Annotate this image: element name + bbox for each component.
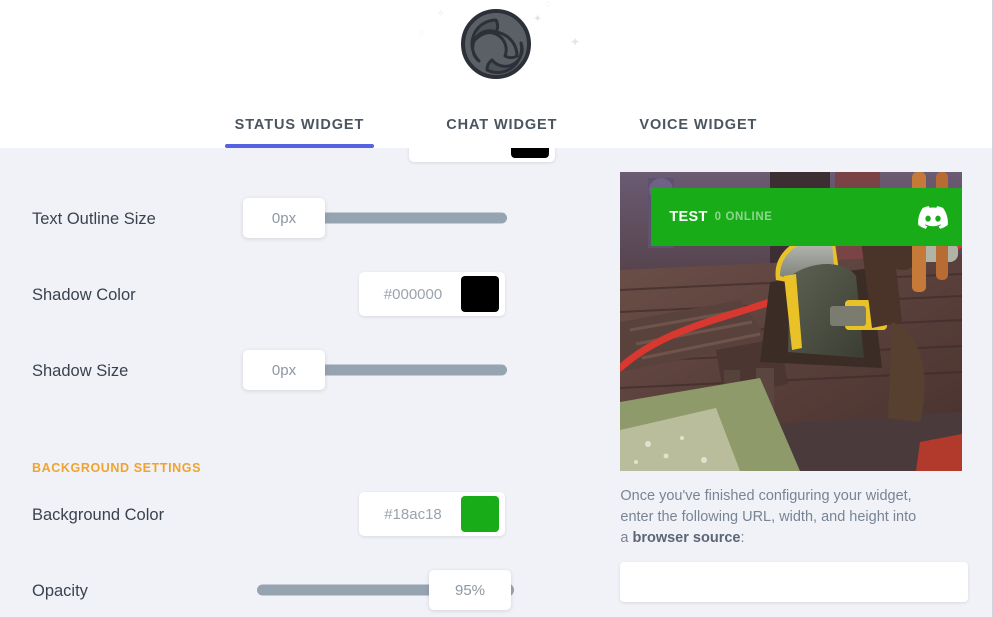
- background-color-field[interactable]: #18ac18: [359, 492, 505, 536]
- row-control: 95%: [257, 568, 609, 614]
- text-outline-size-slider[interactable]: 0px: [243, 196, 531, 240]
- status-widget-overlay: TEST 0 ONLINE: [651, 188, 963, 246]
- slider-track[interactable]: [319, 212, 507, 224]
- color-swatch[interactable]: [461, 496, 499, 532]
- slider-value: 0px: [271, 361, 297, 379]
- tab-status-widget[interactable]: STATUS WIDGET: [224, 107, 375, 148]
- tab-chat-widget[interactable]: CHAT WIDGET: [436, 107, 567, 148]
- color-swatch[interactable]: [511, 148, 549, 158]
- form-row-text-outline-size: Text Outline Size 0px: [0, 196, 609, 242]
- row-label: Background Color: [32, 505, 165, 524]
- widget-online-count: 0 ONLINE: [714, 211, 773, 223]
- shadow-color-field[interactable]: #000000: [359, 272, 505, 316]
- page-body: Text Outline Size 0px Shadow Color #0000…: [0, 148, 992, 617]
- tab-label: CHAT WIDGET: [446, 117, 558, 133]
- form-row-opacity: Opacity 95%: [0, 568, 609, 614]
- row-label: Shadow Color: [32, 285, 136, 304]
- tab-label: STATUS WIDGET: [234, 117, 365, 133]
- logo-container: [0, 6, 992, 82]
- row-control: 0px: [243, 196, 609, 242]
- slider-value: 95%: [454, 581, 486, 599]
- page-header: ◌ ✧ ✦ ✦ ✦ ◌ STATUS WIDGET CHAT WIDGET: [0, 0, 992, 148]
- slider-track[interactable]: [319, 364, 507, 376]
- row-label: Shadow Size: [32, 361, 129, 380]
- form-row-shadow-size: Shadow Size 0px: [0, 348, 609, 394]
- widget-configurator-page: ◌ ✧ ✦ ✦ ✦ ◌ STATUS WIDGET CHAT WIDGET: [0, 0, 993, 617]
- shadow-size-slider[interactable]: 0px: [243, 348, 531, 392]
- background-color-value[interactable]: #18ac18: [359, 506, 461, 523]
- browser-source-emphasis: browser source: [632, 530, 741, 546]
- row-control: #000000: [262, 272, 609, 318]
- background-settings-heading: BACKGROUND SETTINGS: [32, 461, 202, 475]
- partial-color-field[interactable]: [409, 148, 555, 162]
- widget-url-field[interactable]: [620, 562, 969, 602]
- tab-label: VOICE WIDGET: [639, 117, 758, 133]
- discord-icon: [918, 205, 949, 229]
- obs-logo-icon: [460, 8, 532, 80]
- opacity-slider[interactable]: 95%: [243, 568, 531, 612]
- slider-value-bubble: 0px: [243, 350, 325, 390]
- color-swatch[interactable]: [461, 276, 499, 312]
- instructions-text: Once you've finished configuring your wi…: [620, 486, 960, 549]
- slider-value-bubble: 0px: [243, 198, 325, 238]
- widget-tab-bar: STATUS WIDGET CHAT WIDGET VOICE WIDGET: [0, 107, 992, 148]
- row-control: #18ac18: [262, 492, 609, 538]
- instructions-line-3-suffix: :: [740, 530, 745, 546]
- row-label: Text Outline Size: [32, 209, 156, 228]
- slider-value-bubble: 95%: [429, 570, 511, 610]
- row-label: Opacity: [32, 581, 88, 600]
- widget-server-name: TEST: [669, 209, 708, 225]
- preview-panel: TEST 0 ONLINE Once you've finished confi…: [609, 148, 992, 617]
- slider-value: 0px: [271, 209, 297, 227]
- tab-voice-widget[interactable]: VOICE WIDGET: [629, 107, 767, 148]
- instructions-line-3-prefix: a: [620, 530, 633, 546]
- instructions-line-1: Once you've finished configuring your wi…: [620, 488, 912, 504]
- shadow-color-value[interactable]: #000000: [359, 286, 461, 303]
- instructions-line-2: enter the following URL, width, and heig…: [620, 509, 917, 525]
- widget-preview: TEST 0 ONLINE: [620, 172, 963, 471]
- form-row-shadow-color: Shadow Color #000000: [0, 272, 609, 318]
- form-row-background-color: Background Color #18ac18: [0, 492, 609, 538]
- settings-form: Text Outline Size 0px Shadow Color #0000…: [0, 148, 609, 617]
- row-control: 0px: [243, 348, 609, 394]
